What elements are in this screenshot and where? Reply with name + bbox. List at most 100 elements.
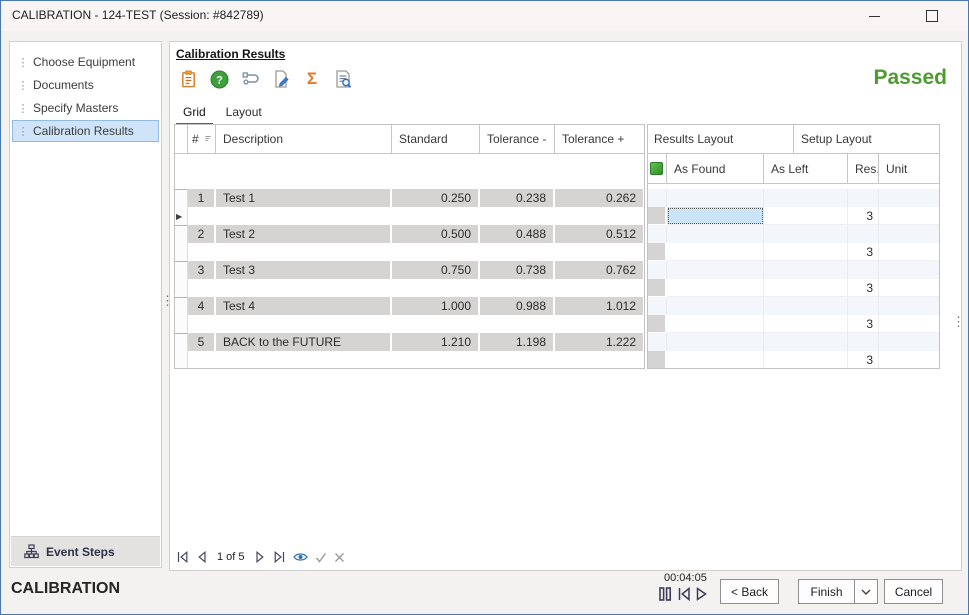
grid-band-spacer	[647, 333, 667, 351]
current-row-indicator: ▶	[176, 212, 182, 221]
eye-icon[interactable]	[293, 551, 308, 563]
grid-cell-tolerance-plus[interactable]: 1.222	[555, 333, 645, 351]
grid-cell-num[interactable]: 2	[188, 225, 216, 243]
grid-band-spacer	[848, 225, 879, 243]
back-button[interactable]: < Back	[720, 579, 779, 604]
grid-cell-unit[interactable]	[879, 279, 940, 297]
finish-dropdown-button[interactable]	[854, 579, 878, 604]
cancel-button[interactable]: Cancel	[884, 579, 943, 604]
cancel-edit-icon[interactable]	[334, 552, 345, 563]
column-header-description[interactable]: Description	[216, 124, 392, 154]
preview-document-icon[interactable]	[333, 69, 353, 89]
grid-cell-row-flag	[647, 243, 667, 261]
grid-cell-as-left[interactable]	[764, 243, 848, 261]
event-steps-button[interactable]: Event Steps	[11, 536, 160, 566]
sum-icon[interactable]: Σ	[302, 69, 322, 89]
grid-band-spacer	[879, 189, 940, 207]
grid-cell-description[interactable]: Test 2	[216, 225, 392, 243]
clipboard-icon[interactable]	[178, 69, 198, 89]
previous-record-icon[interactable]	[196, 551, 207, 563]
grid-row-spacer	[188, 315, 645, 333]
column-header-standard[interactable]: Standard	[392, 124, 480, 154]
grid-cell-standard[interactable]: 0.250	[392, 189, 480, 207]
minimize-button[interactable]	[852, 1, 896, 31]
grid-cell-as-found[interactable]	[667, 279, 764, 297]
grid-cell-res[interactable]: 3	[848, 351, 879, 369]
grid-cell-row-flag	[647, 207, 667, 225]
play-icon[interactable]	[695, 586, 707, 607]
steps-sidebar: ⋮ Choose Equipment ⋮ Documents ⋮ Specify…	[9, 41, 162, 568]
grid-cell-as-found[interactable]	[667, 315, 764, 333]
column-header-tolerance-minus[interactable]: Tolerance -	[480, 124, 555, 154]
grid-cell-standard[interactable]: 0.500	[392, 225, 480, 243]
grid-cell-unit[interactable]	[879, 243, 940, 261]
grid-cell-as-left[interactable]	[764, 279, 848, 297]
column-header-res[interactable]: Res.	[848, 154, 879, 184]
grid-cell-description[interactable]: Test 3	[216, 261, 392, 279]
grid-cell-tolerance-plus[interactable]: 0.262	[555, 189, 645, 207]
row-selector-gutter[interactable]	[174, 297, 188, 333]
row-selector-gutter[interactable]	[174, 225, 188, 261]
last-record-icon[interactable]	[273, 551, 286, 563]
grid-cell-tolerance-minus[interactable]: 0.488	[480, 225, 555, 243]
grid-cell-standard[interactable]: 0.750	[392, 261, 480, 279]
grid-cell-as-found[interactable]	[667, 207, 764, 225]
help-icon[interactable]: ?	[209, 69, 229, 89]
grid-band-spacer	[667, 225, 764, 243]
grid-cell-description[interactable]: Test 1	[216, 189, 392, 207]
grid-cell-tolerance-plus[interactable]: 0.762	[555, 261, 645, 279]
sidebar-item-documents[interactable]: ⋮ Documents	[12, 74, 159, 96]
column-header-as-left[interactable]: As Left	[764, 154, 848, 184]
sidebar-item-specify-masters[interactable]: ⋮ Specify Masters	[12, 97, 159, 119]
column-header-unit[interactable]: Unit	[879, 154, 940, 184]
first-record-icon[interactable]	[176, 551, 189, 563]
grid-cell-as-found[interactable]	[667, 243, 764, 261]
column-header-number[interactable]: #	[188, 124, 216, 154]
panel-splitter-handle[interactable]: ⋮	[952, 319, 965, 325]
grid-cell-description[interactable]: Test 4	[216, 297, 392, 315]
grid-cell-unit[interactable]	[879, 315, 940, 333]
grid-cell-num[interactable]: 3	[188, 261, 216, 279]
finish-button[interactable]: Finish	[798, 579, 855, 604]
grid-cell-unit[interactable]	[879, 207, 940, 225]
sidebar-item-calibration-results[interactable]: ⋮ Calibration Results	[12, 120, 159, 142]
row-selector-gutter[interactable]: ▶	[174, 189, 188, 225]
grid-cell-res[interactable]: 3	[848, 279, 879, 297]
grid-cell-num[interactable]: 4	[188, 297, 216, 315]
grid-cell-as-left[interactable]	[764, 315, 848, 333]
grid-cell-tolerance-plus[interactable]: 0.512	[555, 225, 645, 243]
grid-cell-tolerance-minus[interactable]: 0.738	[480, 261, 555, 279]
grid-cell-tolerance-minus[interactable]: 0.988	[480, 297, 555, 315]
skip-to-start-icon[interactable]	[677, 586, 691, 607]
grid-cell-res[interactable]: 3	[848, 315, 879, 333]
grid-cell-num[interactable]: 5	[188, 333, 216, 351]
maximize-button[interactable]	[910, 1, 954, 31]
grid-cell-description[interactable]: BACK to the FUTURE	[216, 333, 392, 351]
pause-icon[interactable]	[658, 586, 673, 607]
grid-cell-as-left[interactable]	[764, 351, 848, 369]
commit-icon[interactable]	[315, 552, 327, 563]
edit-document-icon[interactable]	[271, 69, 291, 89]
grid-cell-unit[interactable]	[879, 351, 940, 369]
grid-cell-standard[interactable]: 1.000	[392, 297, 480, 315]
grid-band-spacer	[764, 225, 848, 243]
grid-cell-res[interactable]: 3	[848, 243, 879, 261]
grid-cell-num[interactable]: 1	[188, 189, 216, 207]
next-record-icon[interactable]	[255, 551, 266, 563]
grid-band-spacer	[764, 261, 848, 279]
grid-cell-as-left[interactable]	[764, 207, 848, 225]
grid-cell-tolerance-plus[interactable]: 1.012	[555, 297, 645, 315]
row-selector-gutter[interactable]	[174, 333, 188, 369]
grid-cell-as-found[interactable]	[667, 351, 764, 369]
tab-layout[interactable]: Layout	[219, 103, 269, 126]
column-header-tolerance-plus[interactable]: Tolerance +	[555, 124, 645, 154]
grid-cell-tolerance-minus[interactable]: 1.198	[480, 333, 555, 351]
grid-cell-tolerance-minus[interactable]: 0.238	[480, 189, 555, 207]
column-header-as-found[interactable]: As Found	[667, 154, 764, 184]
row-selector-gutter[interactable]	[174, 261, 188, 297]
route-icon[interactable]	[240, 69, 260, 89]
grid-cell-standard[interactable]: 1.210	[392, 333, 480, 351]
grid-cell-res[interactable]: 3	[848, 207, 879, 225]
tab-grid[interactable]: Grid	[176, 103, 213, 126]
sidebar-item-choose-equipment[interactable]: ⋮ Choose Equipment	[12, 51, 159, 73]
